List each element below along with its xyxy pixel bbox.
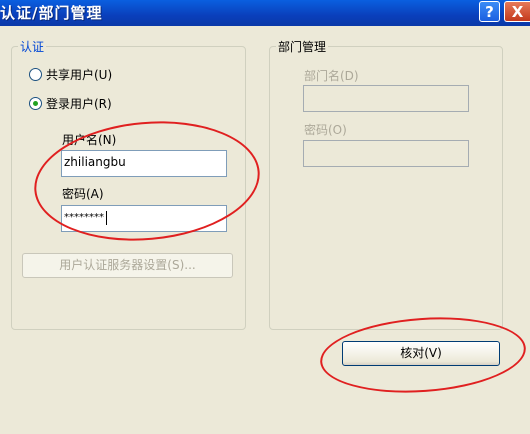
login-user-radio[interactable] [29, 97, 42, 110]
auth-server-settings-button[interactable]: 用户认证服务器设置(S)... [22, 253, 233, 278]
help-button[interactable]: ? [479, 1, 500, 22]
login-user-label[interactable]: 登录用户(R) [46, 95, 112, 112]
dept-group-legend: 部门管理 [278, 40, 327, 54]
shared-user-label[interactable]: 共享用户(U) [46, 66, 112, 83]
dept-name-input[interactable] [303, 85, 469, 112]
dept-password-label: 密码(O) [304, 123, 347, 137]
shared-user-radio[interactable] [29, 68, 42, 81]
close-button[interactable]: X [504, 1, 530, 22]
dept-password-input[interactable] [303, 140, 469, 167]
window-title: 认证/部门管理 [0, 4, 103, 22]
auth-group-legend: 认证 [20, 40, 45, 54]
title-bar: 认证/部门管理 ? X [0, 0, 530, 26]
dept-name-label: 部门名(D) [304, 69, 359, 83]
